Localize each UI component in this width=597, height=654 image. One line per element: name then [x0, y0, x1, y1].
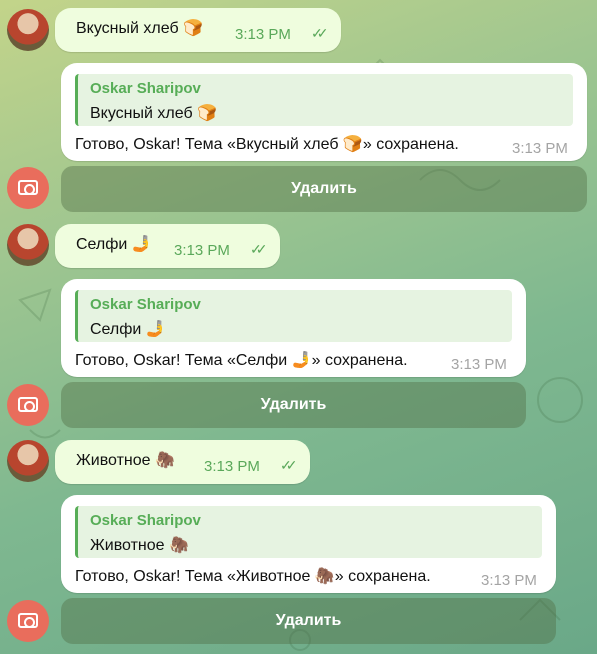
- bot-avatar[interactable]: [7, 600, 49, 642]
- bot-avatar[interactable]: [7, 167, 49, 209]
- message-time: 3:13 PM: [235, 26, 291, 43]
- reply-quote[interactable]: Oskar Sharipov Вкусный хлеб 🍞: [75, 74, 573, 126]
- message-time: 3:13 PM: [204, 458, 260, 475]
- outgoing-message[interactable]: Селфи 🤳 3:13 PM ✓✓: [55, 224, 280, 268]
- reply-quote[interactable]: Oskar Sharipov Селфи 🤳: [75, 290, 512, 342]
- outgoing-message[interactable]: Животное 🦣 3:13 PM ✓✓: [55, 440, 310, 484]
- reply-text: Готово, Oskar! Тема «Животное 🦣» сохране…: [75, 568, 431, 585]
- read-receipt-icon: ✓✓: [311, 25, 329, 41]
- quote-author: Oskar Sharipov: [90, 296, 201, 313]
- message-time: 3:13 PM: [512, 140, 568, 157]
- message-time: 3:13 PM: [451, 356, 507, 373]
- quote-author: Oskar Sharipov: [90, 80, 201, 97]
- delete-button[interactable]: Удалить: [61, 598, 556, 644]
- reply-text: Готово, Oskar! Тема «Вкусный хлеб 🍞» сох…: [75, 136, 459, 153]
- bot-reply-message[interactable]: Oskar Sharipov Селфи 🤳 Готово, Oskar! Те…: [61, 279, 526, 377]
- delete-button[interactable]: Удалить: [61, 166, 587, 212]
- user-avatar[interactable]: [7, 9, 49, 51]
- quote-text: Животное 🦣: [90, 537, 189, 554]
- camera-icon: [18, 397, 38, 412]
- reply-quote[interactable]: Oskar Sharipov Животное 🦣: [75, 506, 542, 558]
- message-time: 3:13 PM: [174, 242, 230, 259]
- outgoing-message[interactable]: Вкусный хлеб 🍞 3:13 PM ✓✓: [55, 8, 341, 52]
- quote-author: Oskar Sharipov: [90, 512, 201, 529]
- message-text: Животное 🦣: [76, 452, 175, 469]
- user-avatar[interactable]: [7, 224, 49, 266]
- read-receipt-icon: ✓✓: [280, 457, 298, 473]
- message-text: Селфи 🤳: [76, 236, 152, 253]
- reply-text: Готово, Oskar! Тема «Селфи 🤳» сохранена.: [75, 352, 408, 369]
- camera-icon: [18, 613, 38, 628]
- quote-text: Селфи 🤳: [90, 321, 166, 338]
- bot-reply-message[interactable]: Oskar Sharipov Вкусный хлеб 🍞 Готово, Os…: [61, 63, 587, 161]
- message-time: 3:13 PM: [481, 572, 537, 589]
- bot-avatar[interactable]: [7, 384, 49, 426]
- bot-reply-message[interactable]: Oskar Sharipov Животное 🦣 Готово, Oskar!…: [61, 495, 556, 593]
- quote-text: Вкусный хлеб 🍞: [90, 105, 217, 122]
- delete-button[interactable]: Удалить: [61, 382, 526, 428]
- message-text: Вкусный хлеб 🍞: [76, 20, 203, 37]
- camera-icon: [18, 180, 38, 195]
- read-receipt-icon: ✓✓: [250, 241, 268, 257]
- user-avatar[interactable]: [7, 440, 49, 482]
